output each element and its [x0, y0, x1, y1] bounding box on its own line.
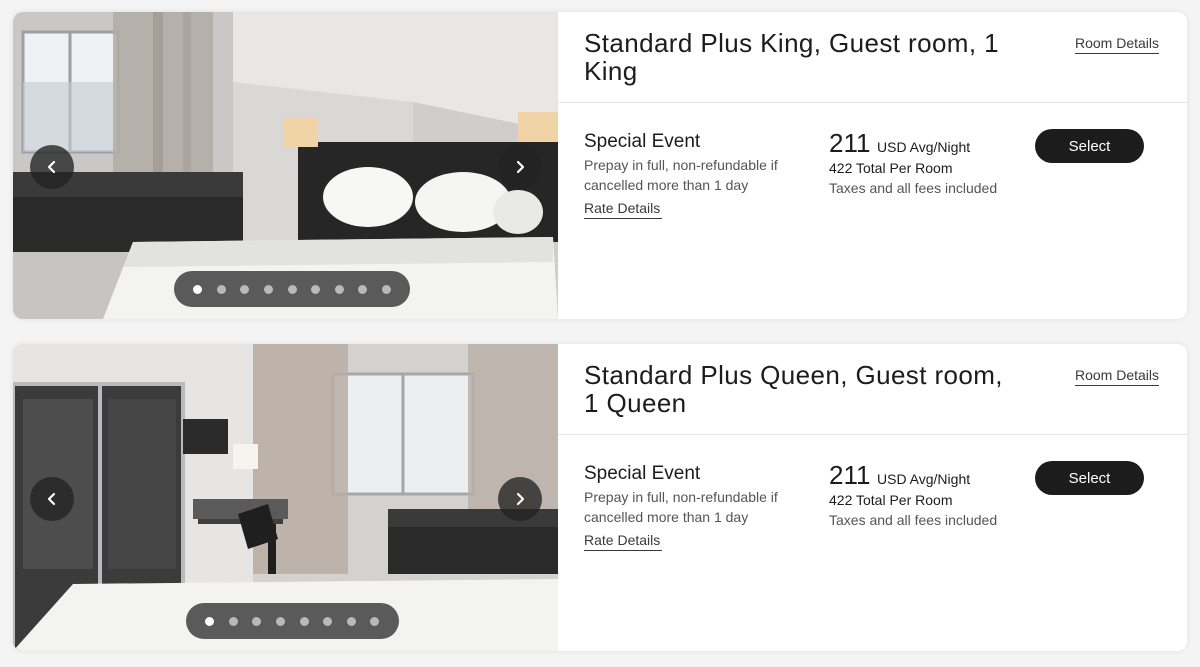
pagination-dot[interactable]: [299, 616, 309, 626]
pagination-dot[interactable]: [276, 616, 286, 626]
rate-name: Special Event: [584, 131, 701, 152]
pagination-dot[interactable]: [287, 284, 297, 294]
taxes-note: Taxes and all fees included: [829, 180, 998, 196]
pagination-dot[interactable]: [228, 616, 238, 626]
next-photo-button[interactable]: [498, 477, 542, 521]
chevron-left-icon: [47, 492, 56, 506]
pagination-dot[interactable]: [216, 284, 226, 294]
pagination-dot[interactable]: [382, 284, 392, 294]
pagination-dot[interactable]: [240, 284, 250, 294]
rate-name: Special Event: [584, 463, 701, 484]
price-amount: 211: [829, 460, 871, 490]
pagination-dot[interactable]: [252, 616, 262, 626]
pagination-dot[interactable]: [370, 616, 380, 626]
price-total: 422 Total Per Room: [829, 160, 953, 176]
price-total: 422 Total Per Room: [829, 492, 953, 508]
previous-photo-button[interactable]: [30, 477, 74, 521]
pagination-dot[interactable]: [323, 616, 333, 626]
photo-pagination: [174, 271, 411, 307]
next-photo-button[interactable]: [498, 145, 542, 189]
pagination-dot[interactable]: [346, 616, 356, 626]
pagination-dot[interactable]: [193, 284, 203, 294]
select-button[interactable]: Select: [1035, 461, 1144, 495]
rate-description: Prepay in full, non-refundable if cancel…: [584, 157, 778, 193]
chevron-left-icon: [47, 160, 56, 174]
previous-photo-button[interactable]: [30, 145, 74, 189]
room-title: Standard Plus King, Guest room, 1 King: [584, 28, 999, 86]
pagination-dot[interactable]: [264, 284, 274, 294]
divider: [558, 434, 1187, 435]
room-photo-carousel[interactable]: [13, 344, 558, 651]
rate-description: Prepay in full, non-refundable if cancel…: [584, 489, 778, 525]
rate-details-link[interactable]: Rate Details: [584, 532, 662, 551]
room-card-king: Standard Plus King, Guest room, 1 King R…: [13, 12, 1187, 319]
room-details-link[interactable]: Room Details: [1075, 35, 1160, 54]
rate-details-link[interactable]: Rate Details: [584, 200, 662, 219]
room-info: Standard Plus Queen, Guest room, 1 Queen…: [558, 344, 1187, 651]
price-unit: USD Avg/Night: [877, 471, 971, 487]
pagination-dot[interactable]: [311, 284, 321, 294]
room-title: Standard Plus Queen, Guest room, 1 Queen: [584, 360, 1003, 418]
price-unit: USD Avg/Night: [877, 139, 971, 155]
room-details-link[interactable]: Room Details: [1075, 367, 1160, 386]
taxes-note: Taxes and all fees included: [829, 512, 998, 528]
pagination-dot[interactable]: [205, 616, 215, 626]
chevron-right-icon: [516, 492, 525, 506]
room-info: Standard Plus King, Guest room, 1 King R…: [558, 12, 1187, 319]
photo-pagination: [186, 603, 399, 639]
pagination-dot[interactable]: [334, 284, 344, 294]
pagination-dot[interactable]: [358, 284, 368, 294]
divider: [558, 102, 1187, 103]
room-photo-carousel[interactable]: [13, 12, 558, 319]
select-button[interactable]: Select: [1035, 129, 1144, 163]
room-card-queen: Standard Plus Queen, Guest room, 1 Queen…: [13, 344, 1187, 651]
price-amount: 211: [829, 128, 871, 158]
chevron-right-icon: [516, 160, 525, 174]
